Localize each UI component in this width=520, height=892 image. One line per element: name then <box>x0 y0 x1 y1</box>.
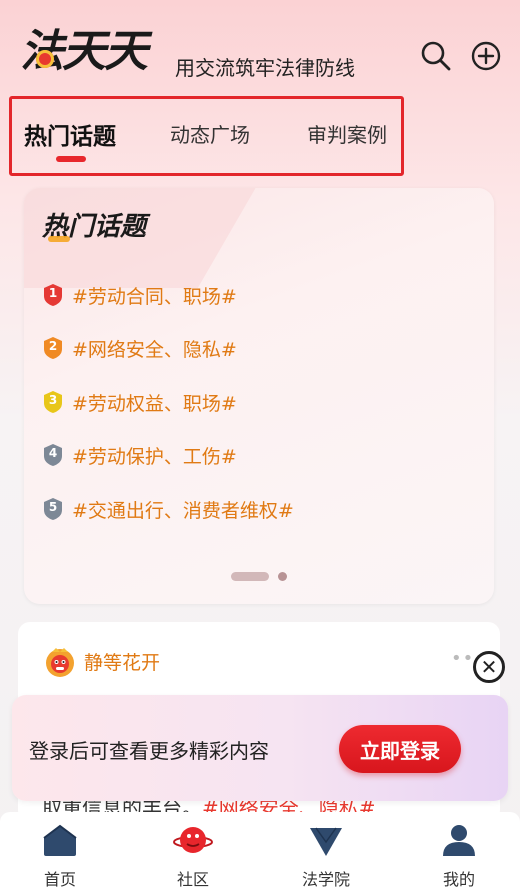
nav-label: 我的 <box>442 870 475 889</box>
rank-badge-icon: 3 <box>42 390 64 414</box>
close-icon: ✕ <box>480 655 498 679</box>
login-banner: 登录后可查看更多精彩内容 立即登录 <box>12 695 508 801</box>
rank-badge-icon: 1 <box>42 283 64 307</box>
hot-topics-title: 热门话题 <box>42 206 146 243</box>
add-post-button[interactable] <box>470 40 502 72</box>
nav-label: 法学院 <box>301 870 350 889</box>
post-author-name[interactable]: 静等花开 <box>84 648 160 675</box>
hot-topic-item[interactable]: 1 #劳动合同、职场# <box>42 280 237 310</box>
profile-icon <box>443 825 475 856</box>
nav-item-law-school[interactable]: 法学院 <box>286 820 366 890</box>
tab-hot-topics[interactable]: 热门话题 <box>24 117 116 151</box>
rank-number: 4 <box>48 446 58 460</box>
search-button[interactable] <box>420 40 452 72</box>
lion-mascot-icon <box>36 50 54 68</box>
hot-topic-text[interactable]: #劳动合同、职场# <box>72 282 237 309</box>
hot-topic-item[interactable]: 2 #网络安全、隐私# <box>42 333 237 363</box>
nav-item-community[interactable]: 社区 <box>153 820 233 890</box>
close-banner-button[interactable]: ✕ <box>473 651 505 683</box>
tab-feed-square[interactable]: 动态广场 <box>170 119 250 148</box>
tab-bar: 热门话题 动态广场 审判案例 <box>9 96 404 176</box>
hot-topic-text[interactable]: #劳动权益、职场# <box>72 389 237 416</box>
law-school-icon <box>310 827 342 856</box>
flame-icon <box>48 236 70 242</box>
rank-number: 1 <box>48 286 58 300</box>
hot-topic-item[interactable]: 3 #劳动权益、职场# <box>42 387 237 417</box>
rank-number: 2 <box>48 339 58 353</box>
nav-item-home[interactable]: 首页 <box>20 820 100 890</box>
bottom-nav: 首页 社区 法学院 我的 <box>0 812 520 892</box>
active-tab-indicator <box>56 156 86 162</box>
community-icon <box>173 827 213 853</box>
rank-badge-icon: 4 <box>42 443 64 467</box>
nav-label: 首页 <box>43 870 76 889</box>
app-slogan: 用交流筑牢法律防线 <box>175 56 355 80</box>
login-prompt-text: 登录后可查看更多精彩内容 <box>29 739 269 763</box>
pager-dot-active[interactable] <box>231 572 269 581</box>
login-button[interactable]: 立即登录 <box>339 725 461 773</box>
rank-number: 3 <box>48 393 58 407</box>
app-logo: 法天天 <box>20 30 148 74</box>
hot-topic-text[interactable]: #劳动保护、工伤# <box>72 442 237 469</box>
search-icon <box>421 41 451 71</box>
hot-topic-item[interactable]: 4 #劳动保护、工伤# <box>42 440 237 470</box>
hot-topic-item[interactable]: 5 #交通出行、消费者维权# <box>42 494 294 524</box>
home-icon <box>43 824 77 856</box>
app-header: 法天天 用交流筑牢法律防线 <box>0 0 520 95</box>
rank-badge-icon: 5 <box>42 497 64 521</box>
rank-badge-icon: 2 <box>42 336 64 360</box>
lion-avatar-icon <box>46 648 74 677</box>
hot-topic-text[interactable]: #网络安全、隐私# <box>72 335 237 362</box>
nav-item-profile[interactable]: 我的 <box>419 820 499 890</box>
hot-topic-text[interactable]: #交通出行、消费者维权# <box>72 496 294 523</box>
pager-dot[interactable] <box>278 572 287 581</box>
rank-number: 5 <box>48 500 58 514</box>
tab-court-cases[interactable]: 审判案例 <box>307 119 387 148</box>
nav-label: 社区 <box>176 870 209 889</box>
plus-circle-icon <box>471 41 501 71</box>
hot-topics-card: 热门话题 1 #劳动合同、职场# 2 #网络安全、隐私# 3 #劳动权益、职场# 4 #劳动保… <box>24 188 494 604</box>
